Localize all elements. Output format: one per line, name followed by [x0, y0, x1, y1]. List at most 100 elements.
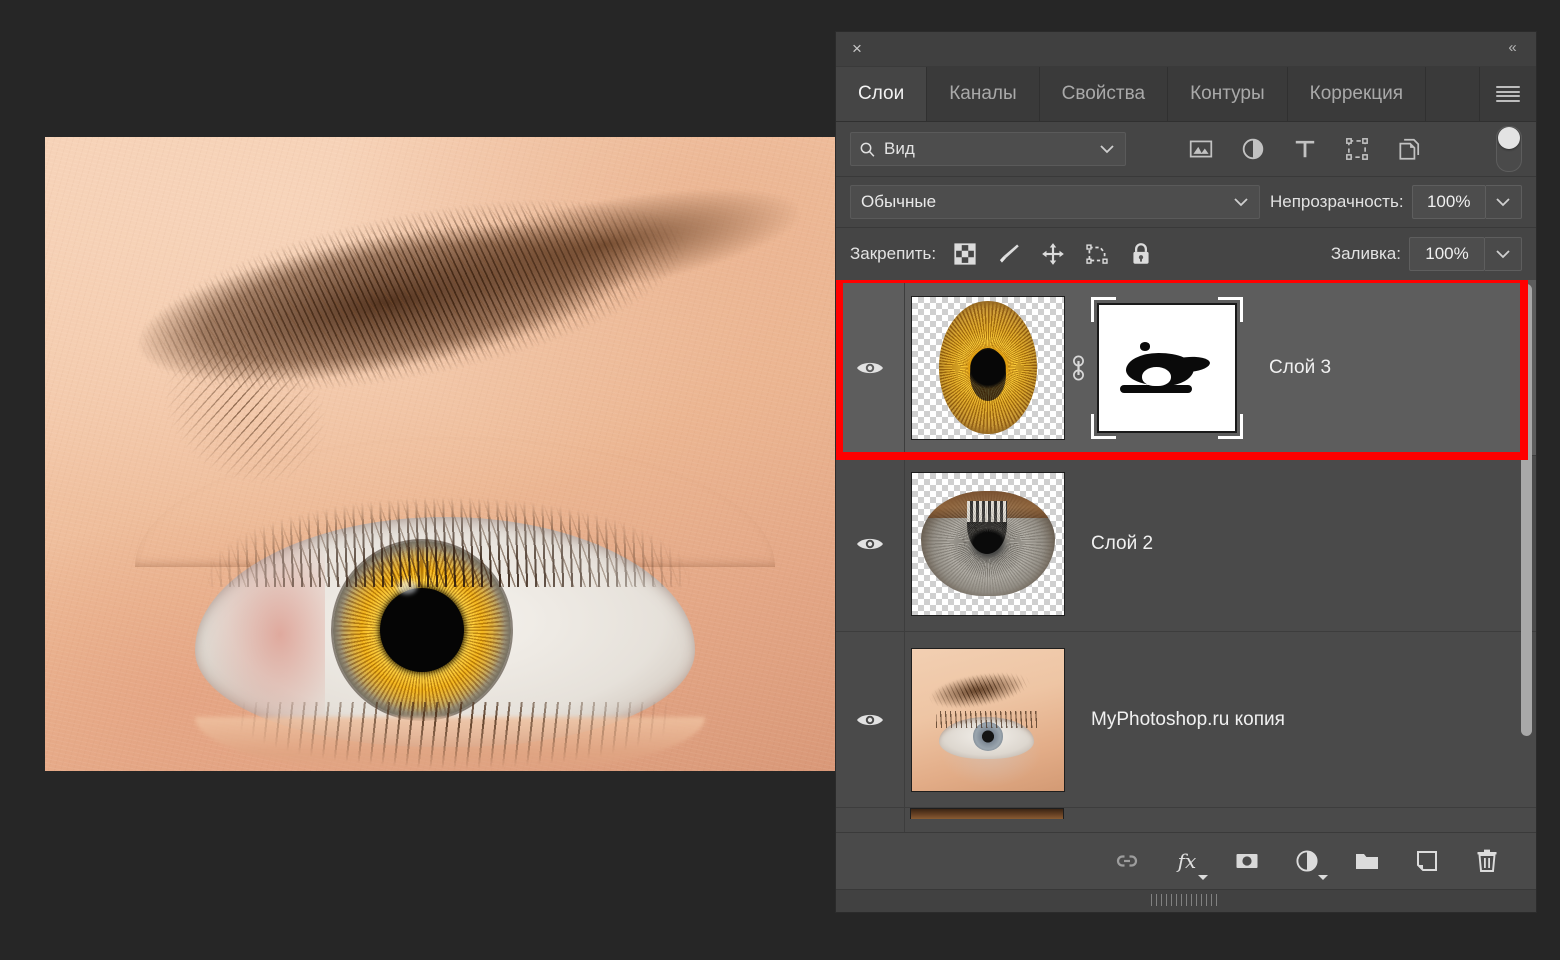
layer-visibility-toggle[interactable]: [836, 456, 905, 631]
resize-grip-handle[interactable]: [1151, 894, 1221, 906]
lower-eyelashes: [195, 702, 715, 771]
layer-visibility-toggle[interactable]: [836, 632, 905, 807]
eye-icon: [855, 358, 885, 378]
lock-row: Закрепить:: [836, 228, 1536, 280]
pixel-layer-filter-icon[interactable]: [1188, 136, 1214, 162]
filter-kind-select[interactable]: Вид: [850, 132, 1126, 166]
lock-transparent-pixels-icon[interactable]: [952, 241, 978, 267]
tab-paths[interactable]: Контуры: [1168, 67, 1288, 121]
close-icon[interactable]: ×: [846, 38, 868, 60]
layer-mask-content: [1097, 303, 1237, 433]
delete-layer-icon[interactable]: [1472, 846, 1502, 876]
layers-scrollbar-thumb[interactable]: [1521, 284, 1532, 736]
layers-list[interactable]: Слой 3: [836, 280, 1536, 832]
shape-layer-filter-icon[interactable]: [1344, 136, 1370, 162]
gray-iris-thumbnail-art: [921, 491, 1055, 596]
add-layer-mask-icon[interactable]: [1232, 846, 1262, 876]
eye-pupil: [380, 588, 464, 672]
document-eye-image[interactable]: [45, 137, 835, 771]
new-adjustment-layer-icon[interactable]: [1292, 846, 1322, 876]
opacity-stepper-button[interactable]: [1486, 185, 1522, 219]
chevron-down-icon: [1495, 197, 1511, 207]
layer-name-label[interactable]: MyPhotoshop.ru копия: [1091, 709, 1285, 731]
layer-visibility-toggle[interactable]: [836, 280, 905, 455]
tab-label: Контуры: [1190, 83, 1265, 105]
collapse-panel-icon[interactable]: «: [1500, 37, 1524, 59]
panel-resize-footer: [836, 889, 1536, 912]
chevron-down-icon: [1099, 144, 1115, 154]
link-icon: [1070, 353, 1087, 383]
chevron-down-icon: [1198, 875, 1208, 880]
tab-properties[interactable]: Свойства: [1040, 67, 1168, 121]
layers-panel: × « Слои Каналы Свойства Контуры Коррекц…: [836, 32, 1536, 912]
tab-channels[interactable]: Каналы: [927, 67, 1039, 121]
layer-name-label[interactable]: Слой 2: [1091, 533, 1153, 555]
lock-artboard-nesting-icon[interactable]: [1084, 241, 1110, 267]
eye-icon: [855, 534, 885, 554]
layers-bottom-toolbar: fx: [836, 832, 1536, 889]
blend-mode-row: Обычные Непрозрачность: 100%: [836, 177, 1536, 228]
table-row-partial[interactable]: [836, 808, 1536, 832]
tab-adjustments[interactable]: Коррекция: [1288, 67, 1426, 121]
tab-label: Свойства: [1062, 83, 1145, 105]
canvas-area: [0, 0, 836, 960]
yellow-iris-thumbnail-art: [939, 301, 1036, 434]
tab-bar-spacer: [1426, 67, 1480, 121]
hamburger-menu-icon: [1496, 86, 1520, 102]
lock-position-icon[interactable]: [1040, 241, 1066, 267]
lock-image-pixels-icon[interactable]: [996, 241, 1022, 267]
layers-scrollbar[interactable]: [1518, 280, 1534, 832]
new-layer-icon[interactable]: [1412, 846, 1442, 876]
blend-mode-select[interactable]: Обычные: [850, 185, 1260, 219]
filter-type-icons: [1188, 136, 1422, 162]
table-row[interactable]: Слой 2: [836, 456, 1536, 632]
chevron-down-icon: [1233, 197, 1249, 207]
lock-buttons: [952, 241, 1154, 267]
tab-label: Каналы: [949, 83, 1016, 105]
layer-thumbnail-partial[interactable]: [910, 808, 1064, 819]
smart-object-filter-icon[interactable]: [1396, 136, 1422, 162]
adjustment-layer-filter-icon[interactable]: [1240, 136, 1266, 162]
fill-stepper-button[interactable]: [1485, 237, 1522, 271]
search-icon: [859, 141, 876, 158]
fx-glyph: fx: [1172, 846, 1202, 876]
type-layer-filter-icon[interactable]: [1292, 136, 1318, 162]
fill-label: Заливка:: [1331, 244, 1401, 264]
tab-label: Слои: [858, 83, 904, 105]
svg-text:fx: fx: [1176, 849, 1197, 873]
fill-input[interactable]: 100%: [1409, 237, 1485, 271]
chevron-down-icon: [1495, 249, 1511, 259]
mask-selected-corner-icon: [1218, 297, 1243, 322]
opacity-input[interactable]: 100%: [1412, 185, 1486, 219]
layer-thumbnail[interactable]: [911, 472, 1065, 616]
panel-title-bar: × «: [836, 32, 1536, 67]
layer-mask-link-icon[interactable]: [1065, 353, 1091, 383]
layer-thumbnail[interactable]: [911, 648, 1065, 792]
layer-style-fx-icon[interactable]: fx: [1172, 846, 1202, 876]
panel-menu-button[interactable]: [1480, 67, 1536, 121]
mask-selected-corner-icon: [1091, 297, 1116, 322]
lock-label: Закрепить:: [850, 244, 936, 264]
blend-mode-value: Обычные: [861, 192, 936, 212]
layer-thumbnail[interactable]: [911, 296, 1065, 440]
mask-black-shape: [1118, 342, 1216, 400]
mask-selected-corner-icon: [1218, 414, 1243, 439]
mask-selected-corner-icon: [1091, 414, 1116, 439]
table-row[interactable]: Слой 3: [836, 280, 1536, 456]
tab-label: Коррекция: [1310, 83, 1403, 105]
table-row[interactable]: MyPhotoshop.ru копия: [836, 632, 1536, 808]
tab-layers[interactable]: Слои: [836, 67, 927, 121]
layer-mask-thumbnail[interactable]: [1091, 297, 1243, 439]
eye-icon: [855, 710, 885, 730]
filter-enable-toggle[interactable]: [1496, 126, 1522, 172]
chevron-down-icon: [1318, 875, 1328, 880]
half-circle-glyph: [1292, 846, 1322, 876]
link-layers-icon[interactable]: [1112, 846, 1142, 876]
panel-tab-bar: Слои Каналы Свойства Контуры Коррекция: [836, 67, 1536, 122]
opacity-label: Непрозрачность:: [1270, 192, 1404, 212]
layer-name-label[interactable]: Слой 3: [1269, 357, 1331, 379]
new-group-icon[interactable]: [1352, 846, 1382, 876]
filter-kind-value: Вид: [884, 139, 915, 159]
eye-photo-thumbnail-art: [912, 649, 1064, 791]
lock-all-icon[interactable]: [1128, 241, 1154, 267]
